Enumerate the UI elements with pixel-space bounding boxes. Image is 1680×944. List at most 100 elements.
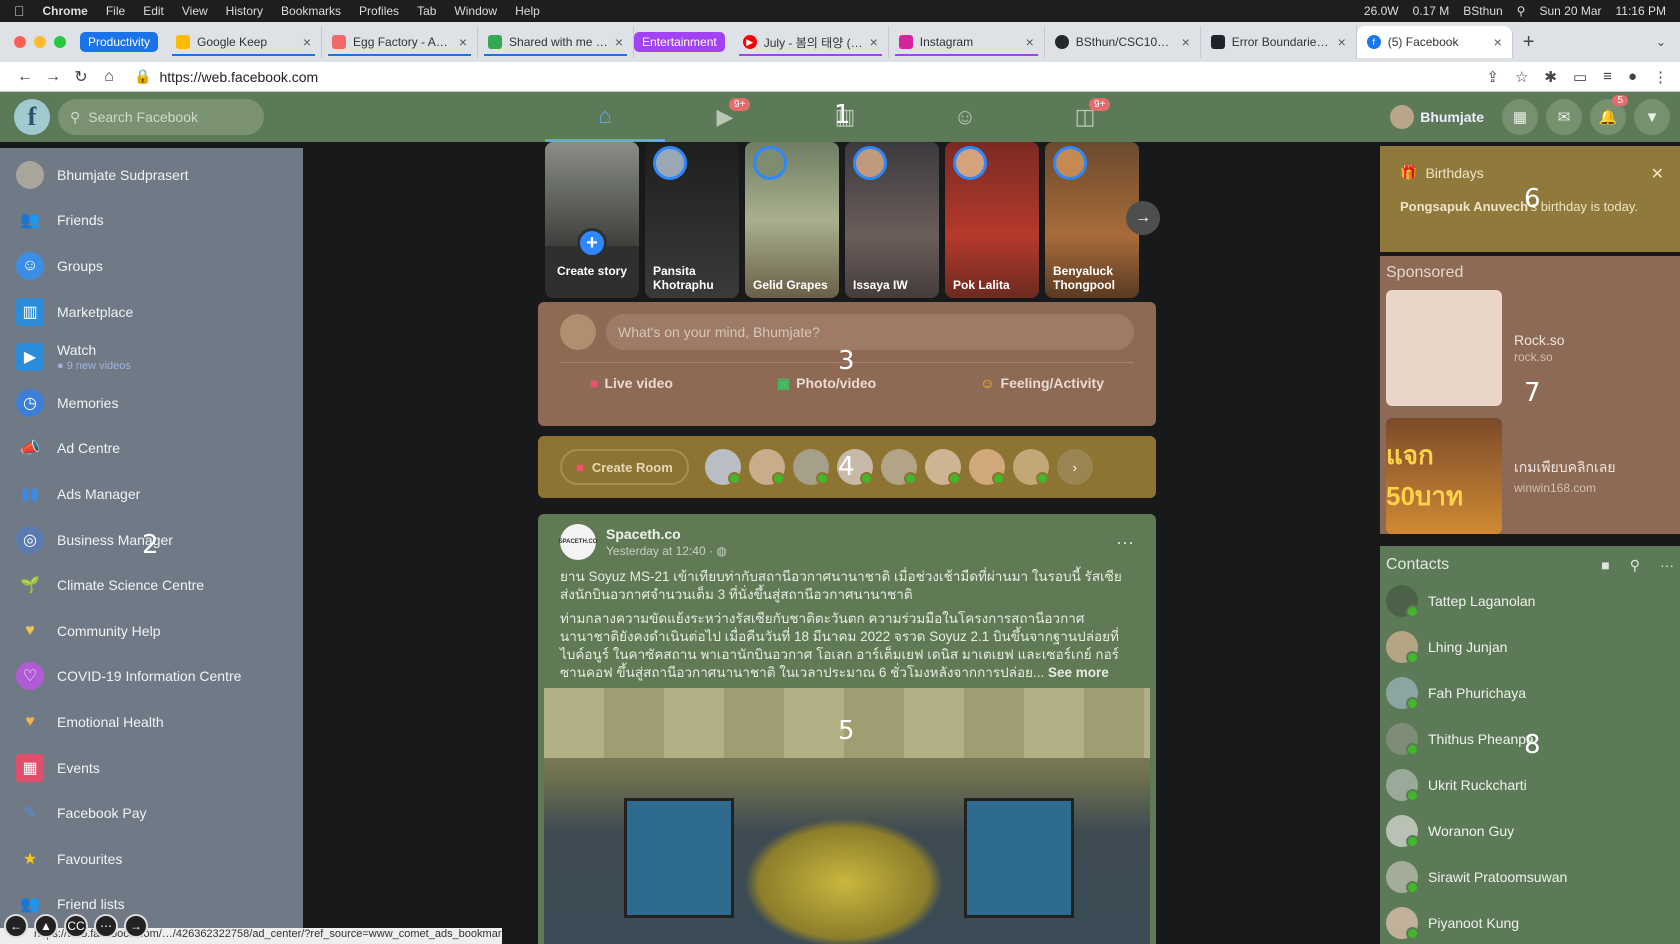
room-friend-avatar[interactable] <box>968 449 1005 485</box>
tab-facebook[interactable]: f (5) Facebook × <box>1356 26 1513 58</box>
sidebar-item-groups[interactable]: ☺ Groups <box>0 243 303 289</box>
menu-view[interactable]: View <box>182 4 208 18</box>
story-card[interactable]: Benyaluck Thongpool <box>1045 142 1139 298</box>
contacts-options-icon[interactable]: ··· <box>1660 557 1674 574</box>
search-icon[interactable]: ⚲ <box>1517 4 1526 18</box>
new-tab-icon[interactable]: + <box>1523 31 1535 54</box>
menu-tab[interactable]: Tab <box>417 4 436 18</box>
create-room-button[interactable]: ■ Create Room <box>560 449 689 485</box>
sidebar-item-facebook-pay[interactable]: ✎ Facebook Pay <box>0 790 303 836</box>
bookmark-star-icon[interactable]: ☆ <box>1515 68 1528 86</box>
contact-item[interactable]: Sirawit Pratoomsuwan <box>1386 854 1674 900</box>
tab-group-productivity[interactable]: Productivity <box>80 32 159 52</box>
close-tab-icon[interactable]: × <box>1026 34 1034 50</box>
nav-groups-icon[interactable]: ☺ <box>905 92 1025 142</box>
nav-watch-icon[interactable]: ▶ 9+ <box>665 92 785 142</box>
url-field[interactable]: 🔒 https://web.facebook.com <box>134 68 318 85</box>
tab-asana[interactable]: Egg Factory - Asana × <box>322 26 479 58</box>
sidebar-item-community-help[interactable]: ♥ Community Help <box>0 608 303 654</box>
birthday-person[interactable]: Pongsapuk Anuvech <box>1400 199 1528 214</box>
feeling-activity-button[interactable]: ☺ Feeling/Activity <box>980 375 1104 392</box>
lock-icon[interactable]: 🔒 <box>134 68 151 85</box>
contact-item[interactable]: Lhing Junjan <box>1386 624 1674 670</box>
room-friend-avatar[interactable] <box>704 449 741 485</box>
menu-edit[interactable]: Edit <box>143 4 164 18</box>
apple-icon[interactable]:  <box>14 3 25 19</box>
sidebar-item-events[interactable]: ▦ Events <box>0 745 303 791</box>
post-more-icon[interactable]: ··· <box>1116 532 1134 553</box>
menu-grid-icon[interactable]: ▦ <box>1502 99 1538 135</box>
contact-item[interactable]: Woranon Guy <box>1386 808 1674 854</box>
reading-list-icon[interactable]: ≡ <box>1603 68 1612 86</box>
tab-google-drive[interactable]: Shared with me - Google Drive × <box>478 26 635 58</box>
room-friend-avatar[interactable] <box>1012 449 1049 485</box>
close-tab-icon[interactable]: × <box>1494 34 1502 50</box>
back-arrow-icon[interactable]: ← <box>4 914 28 938</box>
sidebar-item-ads-manager[interactable]: ▮▮ Ads Manager <box>0 471 303 517</box>
menu-app[interactable]: Chrome <box>43 4 88 18</box>
room-friend-avatar[interactable] <box>924 449 961 485</box>
contact-item[interactable]: Ukrit Ruckcharti <box>1386 762 1674 808</box>
reload-icon[interactable]: ↻ <box>68 67 94 87</box>
sidebar-item-memories[interactable]: ◷ Memories <box>0 380 303 426</box>
post-timestamp[interactable]: Yesterday at 12:40 · ◍ <box>606 544 727 558</box>
more-icon[interactable]: ⋯ <box>94 914 118 938</box>
sidebar-item-profile[interactable]: Bhumjate Sudprasert <box>0 152 303 198</box>
browser-menu-icon[interactable]: ⋮ <box>1653 68 1668 86</box>
time-readout[interactable]: 11:16 PM <box>1616 4 1666 18</box>
sidebar-item-ad-centre[interactable]: 📣 Ad Centre <box>0 426 303 472</box>
minimize-window-button[interactable] <box>34 36 46 48</box>
home-icon[interactable]: ⌂ <box>96 68 122 86</box>
forward-icon[interactable]: → <box>40 68 66 86</box>
room-friend-avatar[interactable] <box>748 449 785 485</box>
contact-item[interactable]: Piyanoot Kung <box>1386 900 1674 944</box>
room-friend-avatar[interactable] <box>792 449 829 485</box>
captions-icon[interactable]: CC <box>64 914 88 938</box>
maximize-window-button[interactable] <box>54 36 66 48</box>
search-contacts-icon[interactable]: ⚲ <box>1630 557 1640 574</box>
close-icon[interactable]: ✕ <box>1651 164 1664 184</box>
cast-icon[interactable]: ▭ <box>1573 68 1587 86</box>
story-card[interactable]: Pansita Khotraphu <box>645 142 739 298</box>
ad-item[interactable]: แจก 50บาท เกมเพียบคลิกเลย winwin168.com <box>1386 418 1674 534</box>
tab-group-entertainment[interactable]: Entertainment <box>634 32 725 52</box>
nav-gaming-icon[interactable]: ◫ 9+ <box>1025 92 1145 142</box>
messenger-icon[interactable]: ✉ <box>1546 99 1582 135</box>
date-readout[interactable]: Sun 20 Mar <box>1539 4 1601 18</box>
menu-help[interactable]: Help <box>515 4 540 18</box>
contact-item[interactable]: Fah Phurichaya <box>1386 670 1674 716</box>
sidebar-item-favourites[interactable]: ★ Favourites <box>0 836 303 882</box>
forward-arrow-icon[interactable]: → <box>124 914 148 938</box>
extensions-icon[interactable]: ✱ <box>1544 68 1557 86</box>
tab-search-icon[interactable]: ⌄ <box>1656 35 1666 49</box>
contact-item[interactable]: Tattep Laganolan <box>1386 578 1674 624</box>
share-icon[interactable]: ⇪ <box>1486 68 1499 86</box>
menu-window[interactable]: Window <box>454 4 497 18</box>
story-card[interactable]: Pok Lalita <box>945 142 1039 298</box>
user-name[interactable]: BSthun <box>1463 4 1502 18</box>
close-tab-icon[interactable]: × <box>1338 34 1346 50</box>
tab-google-keep[interactable]: Google Keep × <box>166 26 323 58</box>
close-tab-icon[interactable]: × <box>459 34 467 50</box>
tab-instagram[interactable]: Instagram × <box>889 26 1045 58</box>
search-facebook-input[interactable]: ⚲ Search Facebook <box>58 99 264 135</box>
nav-home-icon[interactable]: ⌂ <box>545 92 665 142</box>
accessibility-icon[interactable]: ▲ <box>34 914 58 938</box>
tab-react-docs[interactable]: Error Boundaries – React × <box>1201 26 1357 58</box>
close-tab-icon[interactable]: × <box>870 34 878 50</box>
sidebar-item-covid[interactable]: ♡ COVID-19 Information Centre <box>0 654 303 700</box>
story-card[interactable]: Issaya IW <box>845 142 939 298</box>
menu-history[interactable]: History <box>226 4 263 18</box>
page-avatar[interactable]: SPACETH.CO <box>559 524 597 560</box>
stories-next-arrow-icon[interactable]: → <box>1126 201 1160 235</box>
story-card[interactable]: Gelid Grapes <box>745 142 839 298</box>
tab-youtube[interactable]: ▶ July - 봄의 태양 (The × <box>733 26 889 58</box>
room-friend-avatar[interactable] <box>880 449 917 485</box>
close-tab-icon[interactable]: × <box>1182 34 1190 50</box>
account-chevron-icon[interactable]: ▼ <box>1634 99 1670 135</box>
close-window-button[interactable] <box>14 36 26 48</box>
sidebar-item-emotional-health[interactable]: ♥ Emotional Health <box>0 699 303 745</box>
close-tab-icon[interactable]: × <box>303 34 311 50</box>
whats-on-your-mind-input[interactable]: What's on your mind, Bhumjate? <box>606 314 1134 350</box>
create-story-card[interactable]: + Create story <box>545 142 639 298</box>
